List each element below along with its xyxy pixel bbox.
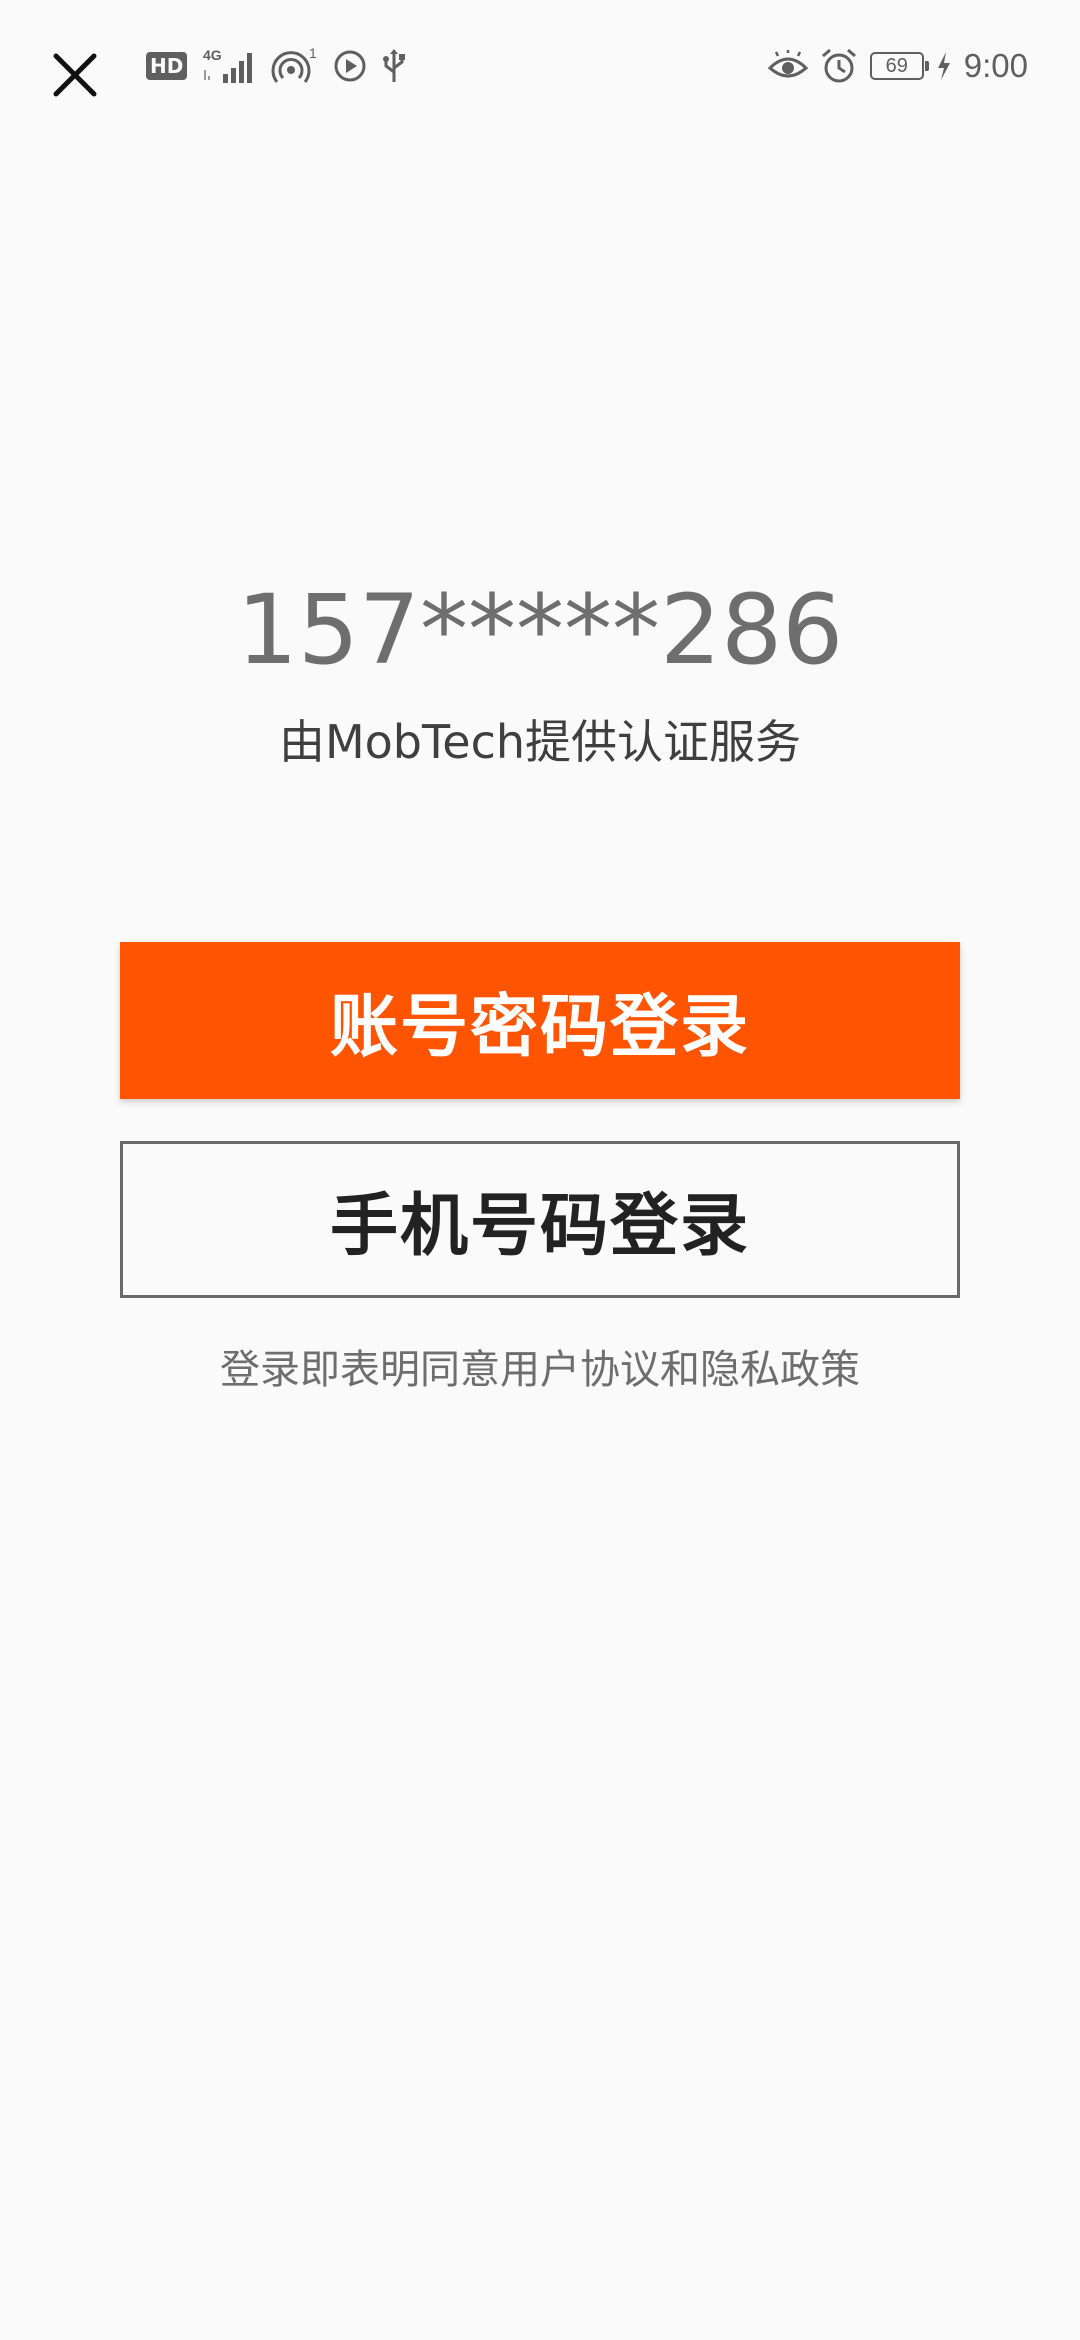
play-icon (333, 49, 367, 83)
close-button[interactable] (40, 40, 110, 110)
hd-icon: HD (146, 52, 188, 80)
masked-phone-number: 157*****286 (236, 574, 844, 686)
battery-icon: 69 (869, 52, 929, 80)
status-time: 9:00 (963, 47, 1028, 84)
eye-icon (767, 50, 808, 82)
status-icons-right: 69 9:00 (767, 44, 1028, 88)
phone-login-button[interactable]: 手机号码登录 (120, 1141, 960, 1298)
password-login-button[interactable]: 账号密码登录 (120, 942, 960, 1099)
network-label: 4G (203, 47, 222, 63)
usb-icon (381, 48, 407, 84)
auth-provider-text: 由MobTech提供认证服务 (278, 715, 802, 769)
charging-icon (936, 51, 952, 81)
hotspot-count: 1 (309, 46, 317, 61)
agreement-text: 登录即表明同意用户协议和隐私政策 (220, 1347, 860, 1393)
status-bar: HD 4G 1 69 9:00 (0, 0, 1080, 130)
signal-4g-icon: 4G (201, 46, 257, 86)
hotspot-icon: 1 (271, 46, 319, 86)
close-icon[interactable] (52, 52, 98, 98)
status-icons-left: HD 4G 1 (146, 44, 407, 88)
alarm-icon (820, 48, 858, 84)
